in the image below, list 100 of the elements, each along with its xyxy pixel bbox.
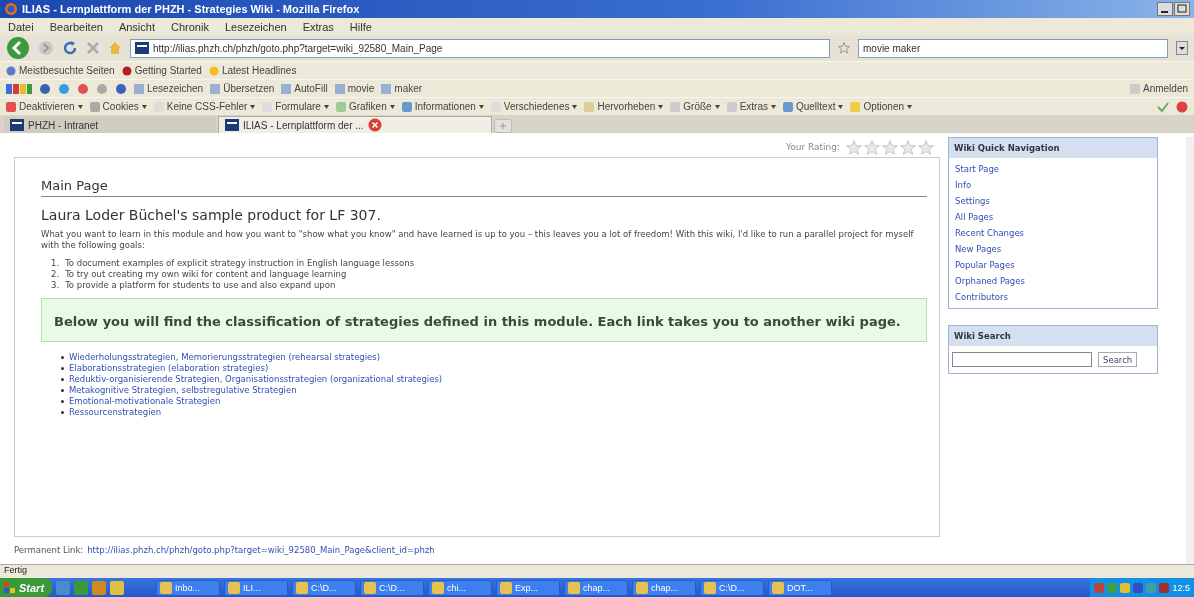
toolbar-button[interactable]: movie (334, 83, 375, 94)
taskbar-button[interactable]: Exp... (496, 579, 561, 596)
toolbar-button[interactable]: AutoFill (281, 83, 328, 94)
star-icon[interactable] (838, 42, 850, 54)
tray-icon[interactable] (1107, 582, 1118, 593)
search-input[interactable] (952, 352, 1092, 367)
forward-icon[interactable] (38, 40, 54, 56)
toolbar-button[interactable]: Lesezeichen (134, 83, 204, 94)
toolbar-menu[interactable]: Quelltext (782, 101, 844, 112)
navigation-link[interactable]: Start Page (955, 162, 1151, 176)
toolbar-icon (334, 83, 345, 94)
menu-item[interactable]: Datei (8, 20, 34, 33)
wiki-link[interactable]: Ressourcenstrategien (69, 406, 162, 418)
menu-item[interactable]: Extras (302, 20, 334, 33)
logo-icon (6, 83, 32, 94)
taskbar-button[interactable]: chap... (564, 579, 629, 596)
toolbar-menu[interactable]: Informationen (401, 101, 484, 112)
navigation-link[interactable]: Popular Pages (955, 258, 1151, 272)
toolbar-icon (281, 83, 292, 94)
toolbar-menu[interactable]: Keine CSS-Fehler (153, 101, 256, 112)
dropdown-icon[interactable] (1176, 41, 1188, 55)
menu-item[interactable]: Lesezeichen (224, 20, 287, 33)
scrollbar[interactable] (1186, 137, 1194, 564)
launch-icon[interactable] (110, 580, 125, 595)
bookmark[interactable]: Meistbesuchte Seiten (6, 65, 115, 76)
toolbar-menu[interactable]: Größe (670, 101, 720, 112)
toolbar-icon[interactable] (77, 82, 89, 95)
menu-item[interactable]: Ansicht (118, 20, 155, 33)
navigation-link[interactable]: Orphaned Pages (955, 274, 1151, 288)
toolbar-menu[interactable]: Verschiedenes (490, 101, 578, 112)
launch-icon[interactable] (92, 580, 107, 595)
star-icon[interactable] (918, 139, 934, 155)
toolbar-icon[interactable] (39, 82, 51, 95)
tray-icon[interactable] (1133, 582, 1144, 593)
toolbar-menu[interactable]: Grafiken (335, 101, 395, 112)
toolbar-menu[interactable]: Formulare (262, 101, 329, 112)
tray-icon[interactable] (1094, 582, 1105, 593)
menu-item[interactable]: Bearbeiten (49, 20, 103, 33)
toolbar-menu[interactable]: Optionen (850, 101, 913, 112)
panel-header: Wiki Search (949, 326, 1157, 346)
address-bar[interactable]: http://ilias.phzh.ch/phzh/goto.php?target=wiki_92580_Main_Page (130, 38, 830, 58)
minimize-icon[interactable] (1157, 2, 1173, 16)
toolbar-menu[interactable]: Extras (726, 101, 776, 112)
taskbar-button[interactable]: C:\D... (700, 579, 765, 596)
tab[interactable]: PHZH - Intranet (4, 117, 216, 133)
launch-icon[interactable] (74, 580, 89, 595)
bookmark[interactable]: Latest Headlines (208, 65, 297, 76)
search-field[interactable]: movie maker (858, 38, 1168, 58)
taskbar-button[interactable]: C:\D... (360, 579, 425, 596)
tray-icon[interactable] (1146, 582, 1157, 593)
reload-icon[interactable] (62, 40, 78, 56)
wiki-link[interactable]: Wiederholungsstrategien, Memorierungsstrategien (rehearsal strategies) (69, 352, 381, 364)
app-icon (772, 581, 785, 594)
taskbar-button[interactable]: C:\D... (292, 579, 357, 596)
back-icon[interactable] (6, 36, 30, 60)
taskbar-button[interactable]: Inbo... (156, 579, 221, 596)
toolbar-menu[interactable]: Hervorheben (584, 101, 664, 112)
launch-icon[interactable] (56, 580, 71, 595)
navigation-link[interactable]: All Pages (955, 210, 1151, 224)
navigation-link[interactable]: Settings (955, 194, 1151, 208)
toolbar-menu[interactable]: Cookies (89, 101, 147, 112)
taskbar-button[interactable]: chi... (428, 579, 493, 596)
caret-icon (907, 104, 913, 109)
home-icon[interactable] (108, 41, 122, 55)
toolbar-menu[interactable]: Deaktivieren (6, 101, 83, 112)
search-button[interactable]: Search (1098, 352, 1138, 367)
star-icon[interactable] (846, 139, 862, 155)
navigation-link[interactable]: Contributors (955, 290, 1151, 304)
toolbar-icon[interactable] (115, 82, 127, 95)
wiki-link[interactable]: Metakognitive Strategien, selbstregulative Strategien (69, 384, 297, 396)
start-button[interactable]: Start (0, 578, 53, 597)
menu-item[interactable]: Hilfe (349, 20, 372, 33)
star-icon[interactable] (882, 139, 898, 155)
permanent-link[interactable]: http://ilias.phzh.ch/phzh/goto.php?target=wiki_92580_Main_Page&client_id=phzh (87, 545, 435, 555)
navigation-link[interactable]: Recent Changes (955, 226, 1151, 240)
star-icon[interactable] (900, 139, 916, 155)
bookmark[interactable]: Getting Started (121, 65, 202, 76)
site-icon (225, 119, 239, 131)
stop-icon[interactable] (86, 41, 100, 55)
wiki-link[interactable]: Elaborationsstrategien (elaboration strategies) (69, 363, 269, 375)
toolbar-button[interactable]: maker (381, 83, 423, 94)
tray-icon[interactable] (1159, 582, 1170, 593)
menu-item[interactable]: Chronik (171, 20, 209, 33)
navigation-link[interactable]: Info (955, 178, 1151, 192)
tab[interactable]: ILIAS - Lernplattform der ... (218, 116, 492, 133)
wiki-link[interactable]: Emotional-motivationale Strategien (69, 395, 221, 407)
taskbar-button[interactable]: chap... (632, 579, 697, 596)
wiki-link[interactable]: Reduktiv-organisierende Strategien, Organisationsstrategien (organizational strategies) (69, 374, 443, 385)
sign-in-button[interactable]: Anmelden (1129, 83, 1188, 94)
caret-icon (478, 104, 484, 109)
square-icon (1129, 83, 1140, 94)
toolbar-icon[interactable] (58, 82, 70, 95)
star-icon[interactable] (864, 139, 880, 155)
close-icon[interactable] (367, 118, 382, 132)
taskbar-button[interactable]: ILI... (224, 579, 289, 596)
toolbar-button[interactable]: Übersetzen (210, 83, 275, 94)
tray-icon[interactable] (1120, 582, 1131, 593)
new-tab-icon[interactable] (494, 119, 512, 133)
navigation-link[interactable]: New Pages (955, 242, 1151, 256)
taskbar-button[interactable]: DOT... (768, 579, 833, 596)
